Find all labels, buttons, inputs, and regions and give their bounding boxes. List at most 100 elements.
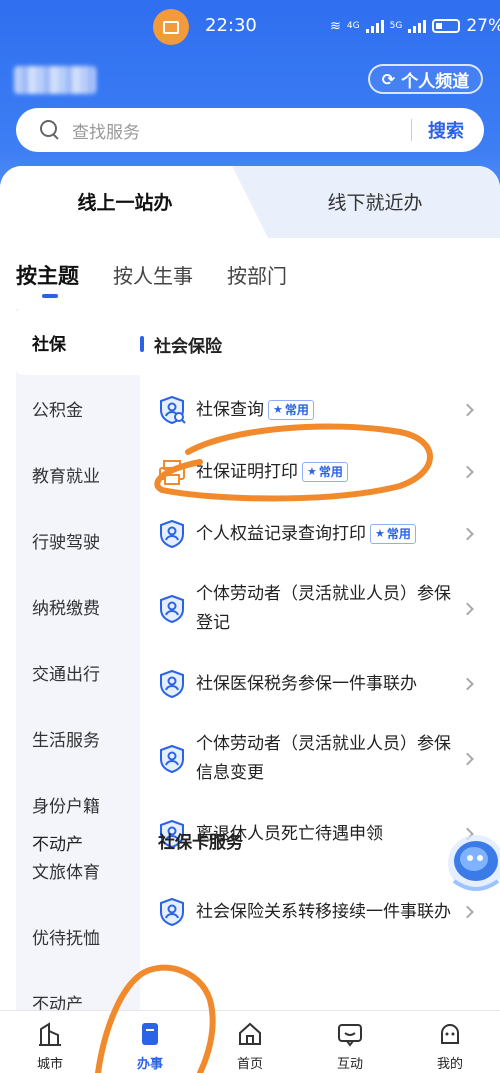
tab-interact[interactable]: 互动 [300,1011,400,1073]
service-item[interactable]: 个人权益记录查询打印 ★ 常用 [140,503,484,565]
home-icon [239,1022,261,1045]
shield-person-icon [158,744,186,774]
chevron-right-icon [461,403,474,417]
shield-person-icon [158,594,186,624]
service-item[interactable]: 个体劳动者（灵活就业人员）参保信息变更 [140,715,484,803]
tab-mine-label: 我的 [436,1057,463,1072]
service-item[interactable]: 社会保险关系转移接续一件事联办 [140,865,484,959]
status-bar: 22:30 ≋ 4G 5G 27% [0,0,500,56]
battery-icon [432,19,461,33]
tab-interact-label: 互动 [336,1057,363,1072]
tab-by-life-event[interactable]: 按人生事 [113,260,193,290]
common-tag-label: 常用 [386,526,411,541]
battery-level: 27% [466,16,500,36]
sidebar-item-partial: 不动产 [32,835,83,853]
search-divider [411,119,412,141]
star-icon: ★ [273,402,283,416]
sidebar-item-transport[interactable]: 交通出行 [16,639,140,705]
network-label-2: 5G [389,21,403,31]
next-group-partial: 不动产 社保卡服务 [16,828,484,853]
personal-channel-button[interactable]: ⟳ 个人频道 [368,64,483,94]
sidebar-item-tax[interactable]: 纳税缴费 [16,573,140,639]
sidebar-item-education[interactable]: 教育就业 [16,441,140,507]
theme-sidebar: 社保 公积金 教育就业 行驶驾驶 纳税缴费 交通出行 生活服务 身份户籍 文旅体… [16,309,140,1016]
common-tag: ★ 常用 [302,461,348,482]
tab-home[interactable]: 首页 [200,1011,300,1073]
service-item-text: 个体劳动者（灵活就业人员）参保信息变更 [196,734,451,783]
tab-affairs-label: 办事 [136,1057,163,1072]
star-icon: ★ [307,464,317,478]
service-item-text: 社保证明打印 [196,461,298,482]
service-item-label: 社保证明打印 ★ 常用 [196,458,348,487]
sidebar-item-housing-fund[interactable]: 公积金 [16,375,140,441]
tab-city[interactable]: 城市 [0,1011,100,1073]
chevron-right-icon [461,752,474,766]
service-item-label: 个体劳动者（灵活就业人员）参保登记 [196,580,456,638]
common-tag: ★ 常用 [268,399,314,420]
sidebar-item-real-estate[interactable]: 不动产 [16,969,140,1016]
service-item[interactable]: 社保查询 ★ 常用 [140,379,484,441]
service-item-label: 个人权益记录查询打印 ★ 常用 [196,520,416,549]
service-item[interactable]: 社保医保税务参保一件事联办 [140,653,484,715]
tab-online[interactable]: 线上一站办 [0,188,250,215]
chat-icon [338,1024,362,1047]
tab-affairs[interactable]: 办事 [100,1011,200,1073]
shield-person-icon [158,897,186,927]
tab-home-label: 首页 [236,1057,263,1072]
affairs-icon [142,1023,158,1045]
mode-tabs: 线上一站办 线下就近办 [0,166,500,238]
wifi-icon: ≋ [330,18,341,34]
sidebar-item-driving[interactable]: 行驶驾驶 [16,507,140,573]
service-item-text: 社保医保税务参保一件事联办 [196,673,417,694]
common-tag: ★ 常用 [370,523,416,544]
app-notification-icon [153,9,189,45]
profile-icon [441,1024,459,1044]
status-icons: ≋ 4G 5G 27% [330,16,500,36]
tab-by-theme[interactable]: 按主题 [16,260,79,298]
network-label-1: 4G [346,21,360,31]
sidebar-item-social-security[interactable]: 社保 [16,309,140,375]
shield-person-icon [158,519,186,549]
blurred-user-name [14,66,96,94]
service-sheet: 线上一站办 线下就近办 按主题 按人生事 按部门 社保 公积金 教育就业 行驶驾… [0,166,500,1016]
search-bar[interactable]: 查找服务 搜索 [16,108,484,152]
service-item-label: 个体劳动者（灵活就业人员）参保信息变更 [196,730,456,788]
star-icon: ★ [375,526,385,540]
signal-icon-2 [408,19,427,33]
bottom-tab-bar: 城市 办事 首页 互动 我的 [0,1010,500,1073]
chevron-right-icon [461,905,474,919]
tab-by-department[interactable]: 按部门 [227,260,287,290]
search-input[interactable]: 查找服务 [72,118,411,143]
printer-icon [158,457,186,487]
chevron-right-icon [461,527,474,541]
sidebar-item-preferential[interactable]: 优待抚恤 [16,903,140,969]
service-item-text: 个体劳动者（灵活就业人员）参保登记 [196,584,451,633]
service-item-text: 社会保险关系转移接续一件事联办 [196,901,451,922]
search-icon [40,120,60,140]
next-group-title: 社保卡服务 [158,833,243,853]
chevron-right-icon [461,465,474,479]
category-tabs: 按主题 按人生事 按部门 [16,260,287,298]
search-button[interactable]: 搜索 [428,117,464,143]
assistant-bot-icon[interactable] [440,823,500,903]
service-item-label: 社保医保税务参保一件事联办 [196,670,417,699]
sidebar-item-life[interactable]: 生活服务 [16,705,140,771]
service-item[interactable]: 个体劳动者（灵活就业人员）参保登记 [140,565,484,653]
common-tag-label: 常用 [318,464,343,479]
service-item-text: 社保查询 [196,399,264,420]
service-list: 社会保险 社保查询 ★ 常用 社保证明打印 ★ 常用 个人权益记录查询打印 ★ 常用 个体劳动者（… [140,309,484,959]
tab-mine[interactable]: 我的 [400,1011,500,1073]
refresh-icon: ⟳ [381,69,396,89]
city-icon [39,1022,61,1046]
personal-channel-label: 个人频道 [401,71,470,92]
tab-offline[interactable]: 线下就近办 [280,188,470,215]
shield-search-icon [158,395,186,425]
tab-city-label: 城市 [36,1057,63,1072]
common-tag-label: 常用 [284,402,309,417]
service-item-label: 社保查询 ★ 常用 [196,396,314,425]
service-item[interactable]: 社保证明打印 ★ 常用 [140,441,484,503]
shield-person-icon [158,669,186,699]
signal-icon [365,19,384,33]
service-item-label: 社会保险关系转移接续一件事联办 [196,898,451,927]
group-title: 社会保险 [140,309,484,379]
